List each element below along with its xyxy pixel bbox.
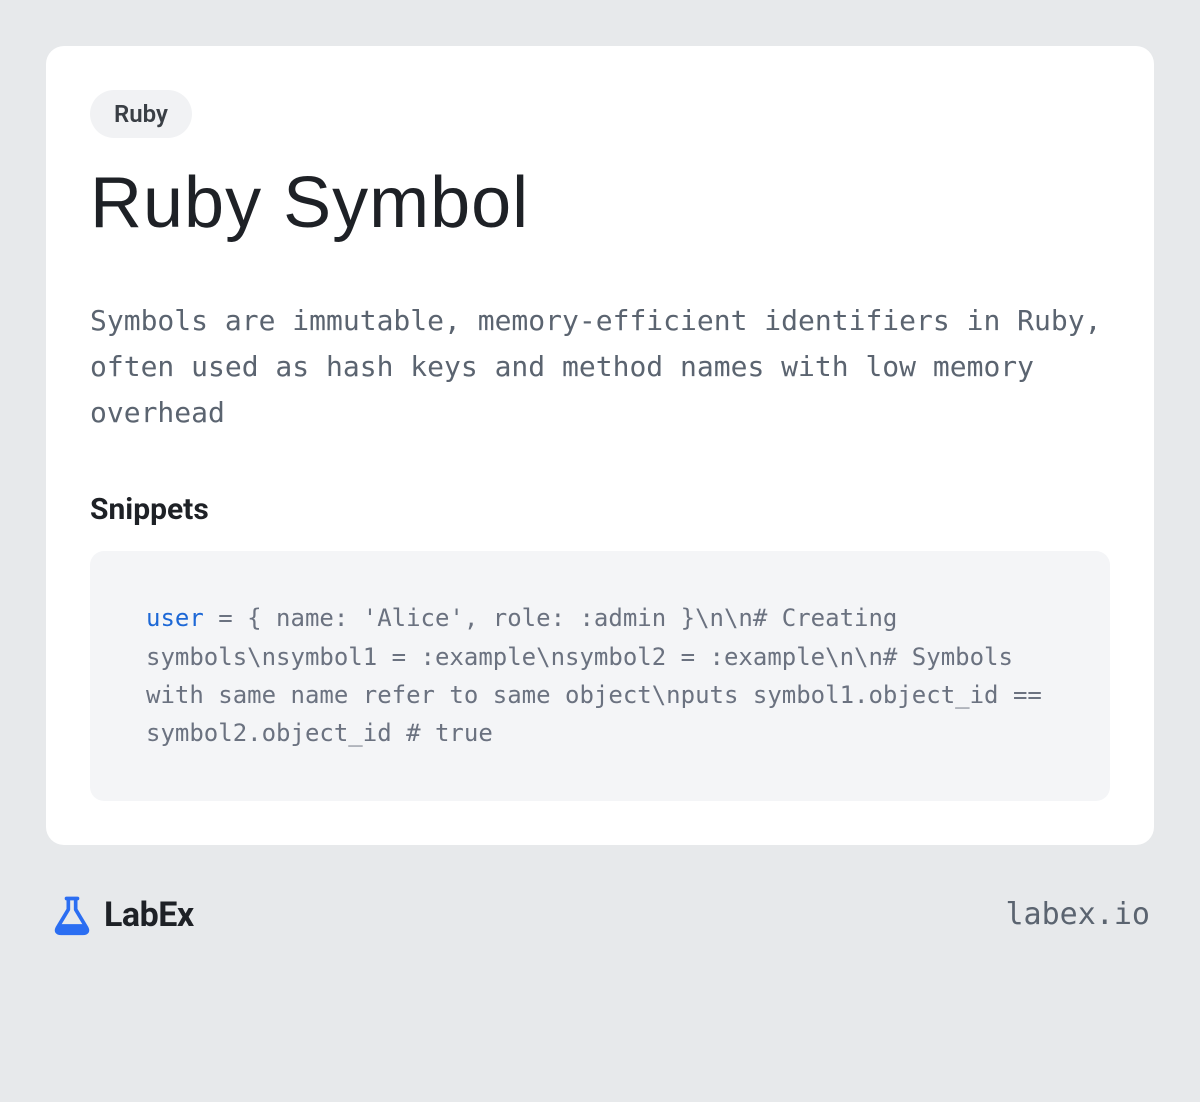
snippets-heading: Snippets: [90, 492, 1110, 527]
code-keyword: user: [146, 604, 204, 632]
brand: LabEx: [50, 893, 194, 937]
brand-url: labex.io: [1006, 897, 1151, 932]
footer: LabEx labex.io: [46, 893, 1154, 937]
code-snippet: user = { name: 'Alice', role: :admin }\n…: [90, 551, 1110, 801]
content-card: Ruby Ruby Symbol Symbols are immutable, …: [46, 46, 1154, 845]
language-tag: Ruby: [90, 90, 192, 138]
brand-name: LabEx: [104, 895, 194, 935]
flask-icon: [50, 893, 94, 937]
page-title: Ruby Symbol: [90, 166, 1110, 242]
description-text: Symbols are immutable, memory-efficient …: [90, 298, 1110, 437]
code-body: = { name: 'Alice', role: :admin }\n\n# C…: [146, 604, 1042, 747]
